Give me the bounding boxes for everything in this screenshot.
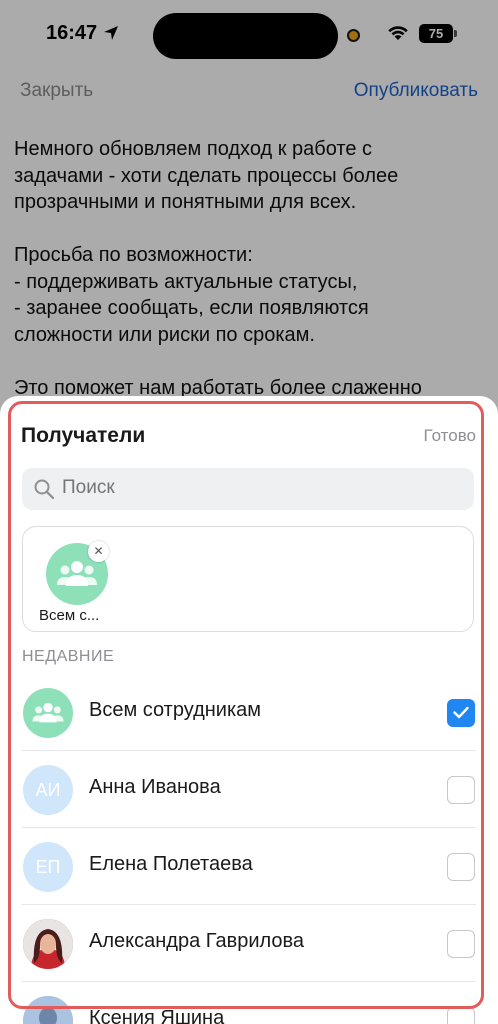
user-photo [23, 919, 73, 969]
done-button[interactable]: Готово [424, 426, 477, 446]
avatar-photo [23, 996, 73, 1024]
recipient-name: Елена Полетаева [89, 853, 253, 875]
recipient-name: Всем сотрудникам [89, 699, 262, 721]
group-icon [32, 702, 64, 723]
list-item[interactable]: Ксения Яшина [0, 982, 498, 1024]
checkbox-checked[interactable] [447, 699, 475, 727]
sheet-title: Получатели [21, 424, 146, 447]
search-input[interactable] [62, 477, 462, 499]
search-bar[interactable] [22, 468, 474, 510]
list-item[interactable]: АИ Анна Иванова [0, 751, 498, 828]
checkbox[interactable] [447, 776, 475, 804]
selected-chip-all-employees[interactable]: ✕ Всем с... [37, 541, 115, 625]
avatar: ЕП [23, 842, 73, 892]
selected-recipients: ✕ Всем с... [22, 526, 474, 632]
recipients-list: Всем сотрудникам АИ Анна Иванова ЕП Елен… [0, 674, 498, 1024]
checkmark-icon [453, 706, 469, 719]
group-avatar [23, 688, 73, 738]
checkbox[interactable] [447, 930, 475, 958]
list-item[interactable]: Всем сотрудникам [0, 674, 498, 751]
recipients-sheet: Получатели Готово ✕ Всем с... НЕ [0, 396, 498, 1024]
recipient-name: Анна Иванова [89, 776, 221, 798]
section-header-recent: НЕДАВНИЕ [22, 648, 115, 665]
avatar: АИ [23, 765, 73, 815]
avatar-photo [23, 919, 73, 969]
checkbox[interactable] [447, 853, 475, 881]
chip-label: Всем с... [39, 607, 100, 624]
search-icon [34, 479, 55, 500]
remove-chip-close-icon[interactable]: ✕ [88, 541, 109, 562]
list-item[interactable]: ЕП Елена Полетаева [0, 828, 498, 905]
checkbox[interactable] [447, 1007, 475, 1024]
user-photo [23, 996, 73, 1024]
group-icon [57, 561, 97, 586]
recipient-name: Александра Гаврилова [89, 930, 305, 952]
recipient-name: Ксения Яшина [89, 1007, 225, 1024]
list-item[interactable]: Александра Гаврилова [0, 905, 498, 982]
